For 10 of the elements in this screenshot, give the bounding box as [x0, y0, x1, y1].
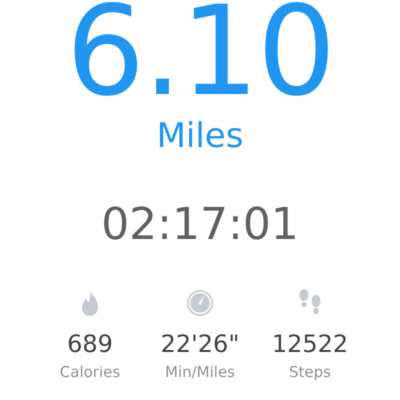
stat-label: Calories — [60, 362, 120, 382]
duration-value: 02:17:01 — [101, 200, 299, 250]
stat-label: Steps — [289, 362, 331, 382]
distance-unit: Miles — [156, 116, 244, 156]
stat-value: 689 — [67, 330, 113, 358]
stat-value: 22'26" — [160, 330, 240, 358]
speedometer-icon — [186, 288, 214, 318]
stat-value: 12522 — [272, 330, 348, 358]
distance-value: 6.10 — [66, 0, 334, 108]
stat-label: Min/Miles — [165, 362, 235, 382]
